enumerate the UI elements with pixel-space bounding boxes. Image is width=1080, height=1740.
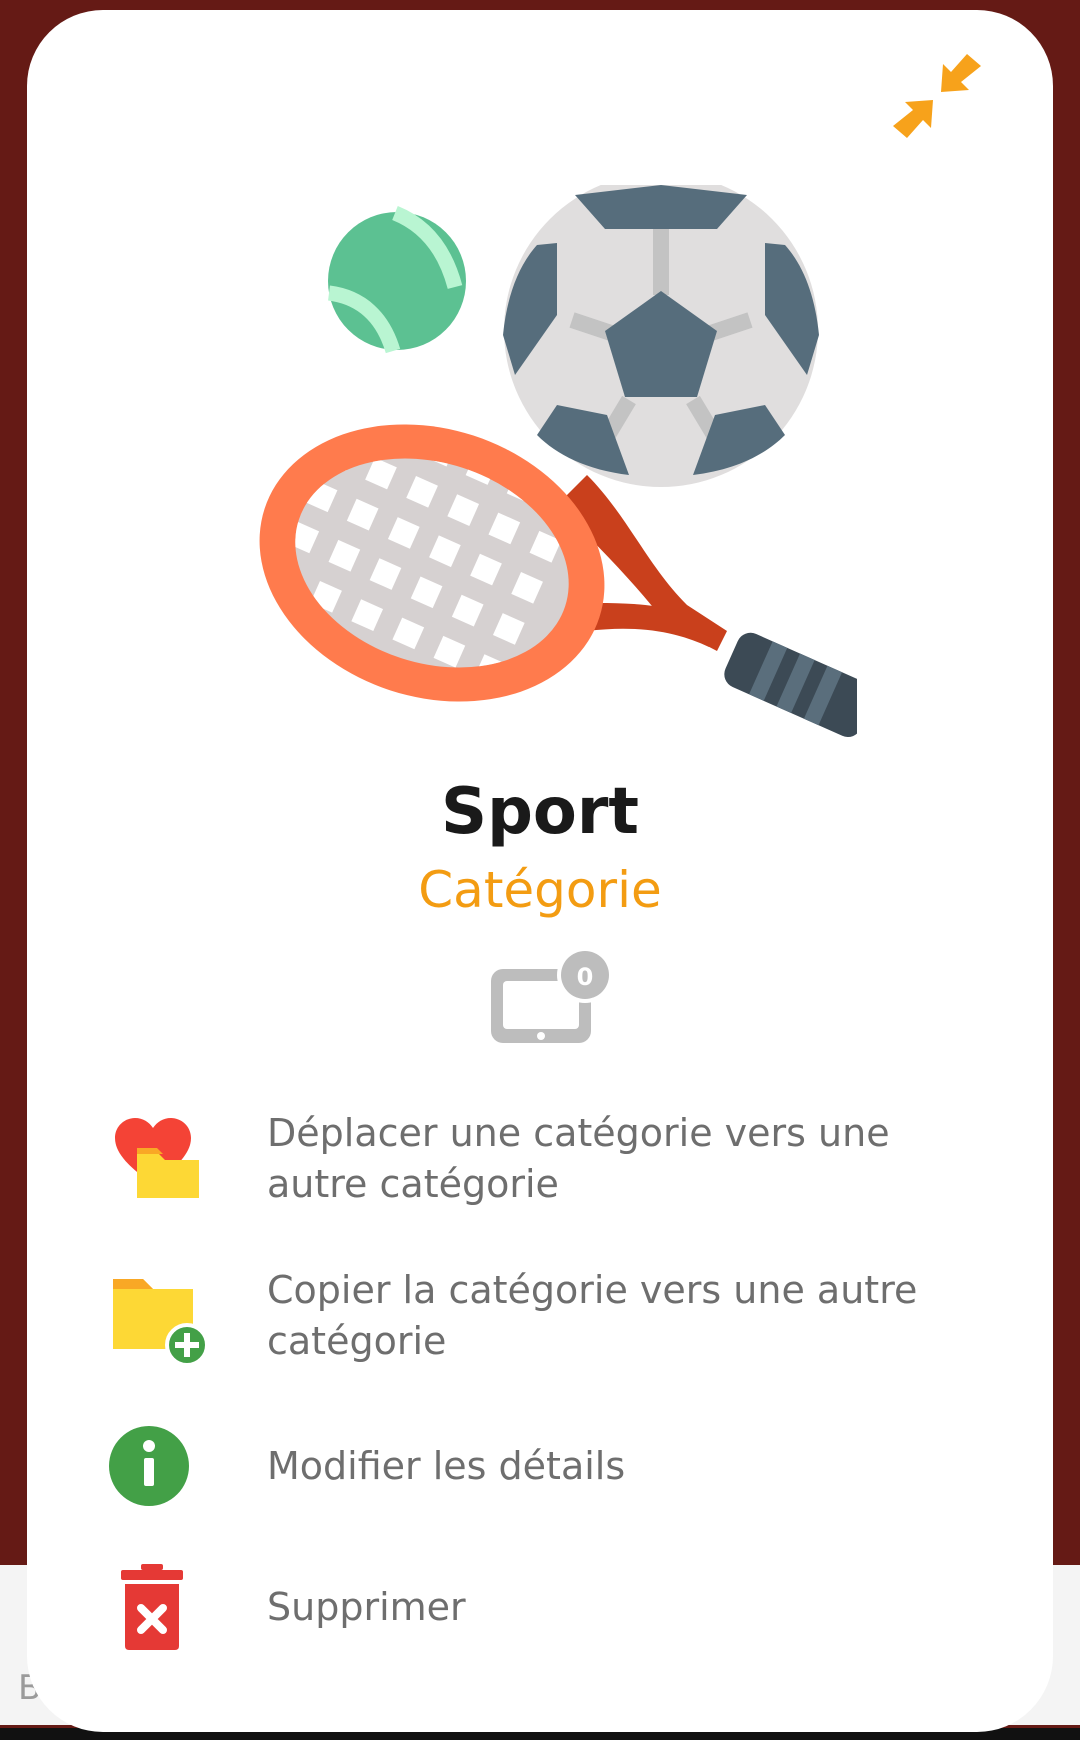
device-count-badge: 0 [576,963,594,991]
edit-details-action[interactable]: Modifier les détails [107,1416,987,1526]
move-category-label: Déplacer une catégorie vers une autre ca… [267,1111,890,1206]
info-icon [107,1416,207,1516]
sports-equipment-icon [257,173,875,755]
copy-category-action[interactable]: Copier la catégorie vers une autre catég… [107,1265,987,1375]
collapse-button[interactable] [887,46,987,146]
folder-add-icon [107,1265,209,1367]
soccer-ball [503,173,819,487]
delete-action[interactable]: Supprimer [107,1558,987,1668]
category-type-label: Catégorie [418,861,662,919]
collapse-arrows-icon [893,54,981,138]
tennis-ball [327,206,466,354]
trash-icon [107,1558,207,1658]
delete-label: Supprimer [267,1585,466,1629]
category-detail-sheet: Sport Catégorie 0 Déplacer une catégorie… [27,10,1053,1732]
device-count-icon [487,945,617,1045]
copy-category-label: Copier la catégorie vers une autre catég… [267,1268,918,1363]
heart-folder-icon [107,1108,207,1208]
category-title: Sport [440,775,640,849]
move-category-action[interactable]: Déplacer une catégorie vers une autre ca… [107,1108,987,1218]
edit-details-label: Modifier les détails [267,1444,626,1488]
